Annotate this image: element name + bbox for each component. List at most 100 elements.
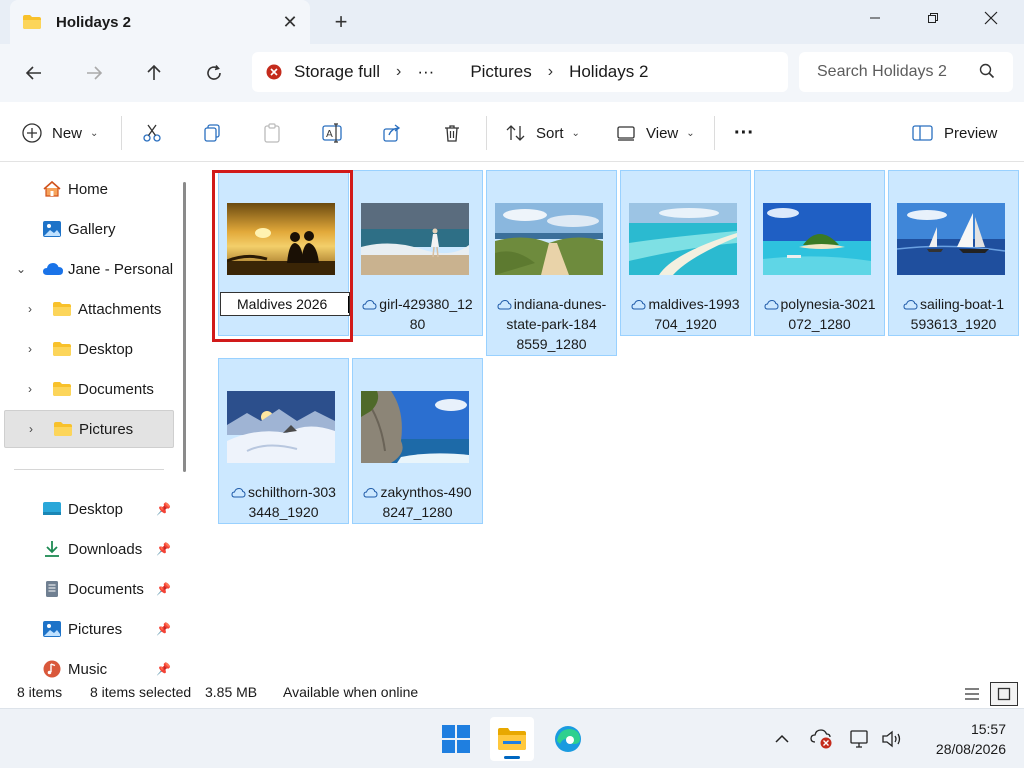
- more-options-button[interactable]: ···: [734, 116, 754, 150]
- file-tile-girl-429380-1280[interactable]: girl-429380_12 80: [352, 170, 483, 336]
- plus-circle-icon: [22, 123, 42, 143]
- sidebar-item-desktop-folder[interactable]: › Desktop: [0, 330, 180, 368]
- taskbar-file-explorer[interactable]: [490, 717, 534, 761]
- file-tile-sailing-boat-1593613[interactable]: sailing-boat-1 593613_1920: [888, 170, 1019, 336]
- chevron-right-icon[interactable]: ›: [28, 302, 32, 316]
- sort-icon: [506, 125, 525, 141]
- toolbar-divider: [486, 116, 487, 150]
- rename-button[interactable]: A: [322, 116, 344, 150]
- back-button[interactable]: [16, 56, 52, 90]
- new-button[interactable]: New ⌄: [22, 116, 98, 150]
- sidebar-item-label: Gallery: [68, 220, 116, 238]
- paste-button[interactable]: [262, 116, 282, 150]
- quick-access-label: Downloads: [68, 540, 143, 558]
- up-button[interactable]: [136, 56, 172, 90]
- preview-button[interactable]: Preview: [912, 116, 997, 150]
- file-name-label: maldives-1993 704_1920: [625, 294, 746, 334]
- chevron-down-icon[interactable]: ⌄: [16, 262, 26, 276]
- file-name-label: girl-429380_12 80: [357, 294, 478, 334]
- file-tile-indiana-dunes[interactable]: indiana-dunes- state-park-184 8559_1280: [486, 170, 617, 356]
- restore-button[interactable]: [904, 0, 962, 36]
- crumb-holidays-2[interactable]: Holidays 2: [569, 62, 648, 82]
- item-count: 8 items: [17, 684, 63, 700]
- file-tile-polynesia-3021072[interactable]: polynesia-3021 072_1280: [754, 170, 885, 336]
- refresh-button[interactable]: [196, 56, 232, 90]
- quick-access-pictures[interactable]: Pictures 📌: [0, 610, 180, 648]
- pin-icon: 📌: [156, 502, 171, 516]
- delete-button[interactable]: [442, 116, 462, 150]
- sidebar-scrollbar[interactable]: [183, 182, 186, 472]
- toolbar-divider: [121, 116, 122, 150]
- copy-icon: [204, 124, 220, 142]
- arrow-up-icon: [147, 64, 161, 80]
- list-view-icon: [965, 688, 979, 700]
- quick-access-downloads[interactable]: Downloads 📌: [0, 530, 180, 568]
- file-name-line: 593613_1920: [910, 316, 997, 332]
- close-window-button[interactable]: [962, 0, 1020, 36]
- address-row: Storage full › ··· Pictures › Holidays 2…: [0, 44, 1024, 102]
- file-name-label: schilthorn-303 3448_1920: [223, 482, 344, 522]
- selection-count: 8 items selected: [90, 684, 192, 700]
- tiles-view-button[interactable]: [990, 682, 1018, 706]
- address-bar[interactable]: Storage full › ··· Pictures › Holidays 2: [252, 52, 788, 92]
- tab-holidays-2[interactable]: Holidays 2 ✕: [10, 0, 310, 44]
- sidebar-item-gallery[interactable]: Gallery: [0, 210, 180, 248]
- sidebar-item-attachments[interactable]: › Attachments: [0, 290, 180, 328]
- crumb-pictures[interactable]: Pictures: [470, 62, 531, 82]
- folder-icon: [53, 342, 71, 356]
- navigation-pane: Home Gallery ⌄ Jane - Personal › Attachm…: [0, 162, 196, 682]
- details-view-button[interactable]: [958, 682, 986, 706]
- quick-access-documents[interactable]: Documents 📌: [0, 570, 180, 608]
- file-name-label: polynesia-3021 072_1280: [759, 294, 880, 334]
- windows-logo-icon: [442, 725, 470, 753]
- system-clock[interactable]: 15:57 28/08/2026: [916, 719, 1006, 759]
- search-box[interactable]: Search Holidays 2: [799, 52, 1013, 92]
- view-button[interactable]: View ⌄: [616, 116, 695, 150]
- trash-icon: [445, 125, 459, 142]
- chevron-right-icon[interactable]: ›: [28, 382, 32, 396]
- forward-button[interactable]: [76, 56, 112, 90]
- file-tile-maldives-1993704[interactable]: maldives-1993 704_1920: [620, 170, 751, 336]
- chevron-right-icon[interactable]: ›: [29, 422, 33, 436]
- chevron-right-icon[interactable]: ›: [28, 342, 32, 356]
- quick-access-desktop[interactable]: Desktop 📌: [0, 490, 180, 528]
- quick-access-label: Documents: [68, 580, 144, 598]
- sidebar-item-label: Documents: [78, 380, 154, 398]
- pin-icon: 📌: [156, 622, 171, 636]
- onedrive-error-icon: [810, 729, 832, 749]
- volume-button[interactable]: [880, 727, 904, 751]
- minimize-button[interactable]: [846, 0, 904, 36]
- start-button[interactable]: [434, 717, 478, 761]
- cut-button[interactable]: [142, 116, 162, 150]
- title-bar: Holidays 2 ✕ +: [0, 0, 1024, 44]
- file-name-line: 8247_1280: [382, 504, 453, 520]
- quick-access-label: Music: [68, 660, 108, 678]
- overflow-crumb[interactable]: ···: [417, 62, 434, 82]
- new-label: New: [52, 124, 83, 142]
- sort-button[interactable]: Sort ⌄: [506, 116, 580, 150]
- network-button[interactable]: [848, 727, 872, 751]
- taskbar-edge[interactable]: [546, 717, 590, 761]
- file-tile-schilthorn-3033448[interactable]: schilthorn-303 3448_1920: [218, 358, 349, 524]
- toolbar-divider: [714, 116, 715, 150]
- sidebar-item-home[interactable]: Home: [0, 170, 180, 208]
- show-hidden-icons-button[interactable]: [770, 727, 794, 751]
- chevron-right-icon: ›: [396, 63, 402, 80]
- onedrive-tray-button[interactable]: [810, 727, 834, 751]
- new-tab-button[interactable]: +: [326, 6, 356, 38]
- tab-title: Holidays 2: [56, 13, 132, 31]
- edge-browser-icon: [555, 726, 581, 752]
- file-name-line: 072_1280: [788, 316, 851, 332]
- close-tab-icon[interactable]: ✕: [270, 12, 310, 33]
- sidebar-item-pictures-folder[interactable]: › Pictures: [4, 410, 174, 448]
- file-tile-zakynthos-4908247[interactable]: zakynthos-490 8247_1280: [352, 358, 483, 524]
- share-button[interactable]: [382, 116, 402, 150]
- clipboard-icon: [264, 123, 280, 143]
- sidebar-item-label: Pictures: [79, 420, 134, 438]
- copy-button[interactable]: [202, 116, 222, 150]
- storage-status-crumb[interactable]: Storage full: [294, 62, 380, 82]
- sidebar-item-documents-folder[interactable]: › Documents: [0, 370, 180, 408]
- onedrive-cloud-icon: [43, 263, 63, 275]
- sidebar-item-onedrive[interactable]: ⌄ Jane - Personal: [0, 250, 180, 288]
- pictures-icon: [43, 621, 61, 637]
